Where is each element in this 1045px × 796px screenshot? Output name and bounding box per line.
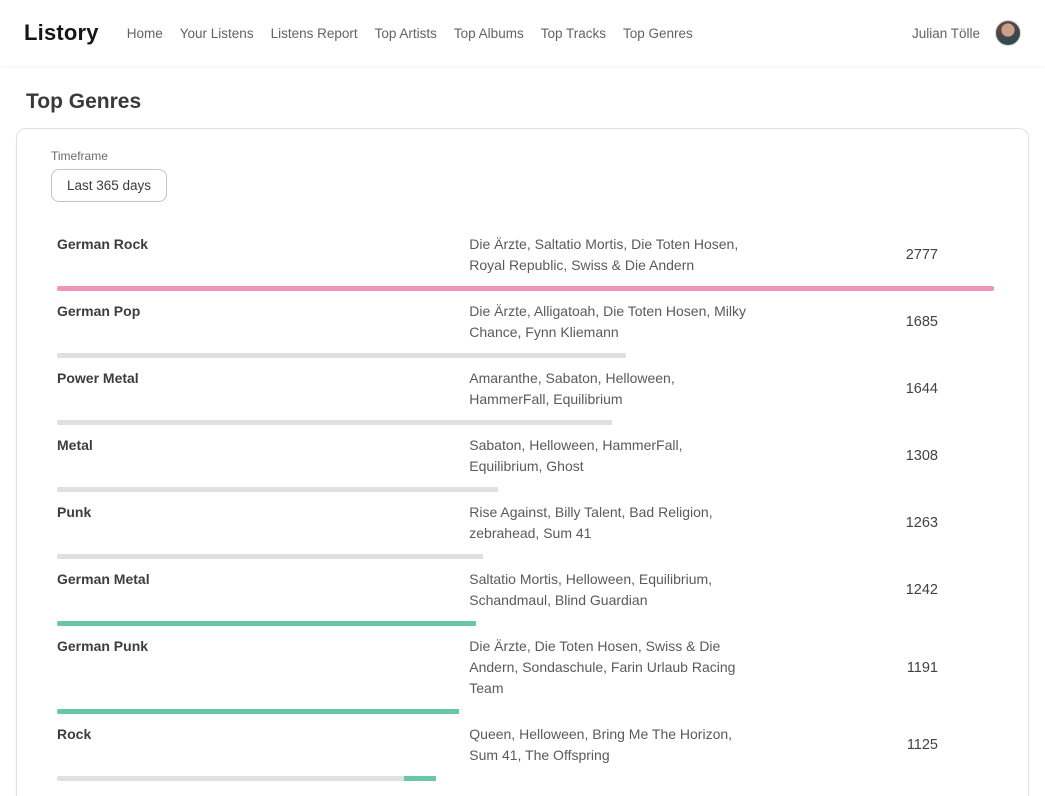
genre-bar-segment <box>57 709 459 714</box>
user-name: Julian Tölle <box>912 26 980 41</box>
genre-count: 1242 <box>906 582 994 598</box>
genre-row-content: Medieval RockSaltatio Mortis, Feuerschwa… <box>57 791 994 796</box>
genre-table: German RockDie Ärzte, Saltatio Mortis, D… <box>37 224 1008 796</box>
genre-row: German RockDie Ärzte, Saltatio Mortis, D… <box>37 224 1008 291</box>
genre-artists: Queen, Helloween, Bring Me The Horizon, … <box>469 724 764 766</box>
genre-row: Medieval RockSaltatio Mortis, Feuerschwa… <box>37 781 1008 796</box>
genre-bar-segment <box>57 353 626 358</box>
genre-bar-segment <box>57 286 994 291</box>
genre-row-content: German RockDie Ärzte, Saltatio Mortis, D… <box>57 234 994 276</box>
page-title: Top Genres <box>26 90 1019 114</box>
genre-name: German Punk <box>57 636 469 654</box>
genre-row-content: German PopDie Ärzte, Alligatoah, Die Tot… <box>57 301 994 343</box>
genre-count: 1644 <box>906 381 994 397</box>
top-nav: Listory Home Your Listens Listens Report… <box>0 0 1045 66</box>
genre-artists: Die Ärzte, Alligatoah, Die Toten Hosen, … <box>469 301 764 343</box>
genre-row-content: RockQueen, Helloween, Bring Me The Horiz… <box>57 724 994 766</box>
app-logo[interactable]: Listory <box>24 20 99 46</box>
genre-count: 1308 <box>906 448 994 464</box>
genre-row: Power MetalAmaranthe, Sabaton, Helloween… <box>37 358 1008 425</box>
nav-item-top-genres[interactable]: Top Genres <box>623 26 693 41</box>
genre-row: RockQueen, Helloween, Bring Me The Horiz… <box>37 714 1008 781</box>
timeframe-control: Timeframe Last 365 days <box>37 149 1008 202</box>
genre-row-content: PunkRise Against, Billy Talent, Bad Reli… <box>57 502 994 544</box>
genre-count: 1685 <box>906 314 994 330</box>
genre-count: 1125 <box>907 737 994 753</box>
genre-bar-segment <box>57 776 404 781</box>
genre-bar-segment <box>404 776 437 781</box>
nav-item-top-artists[interactable]: Top Artists <box>375 26 437 41</box>
nav-item-top-tracks[interactable]: Top Tracks <box>541 26 606 41</box>
genre-bar-segment <box>57 554 483 559</box>
top-genres-card: Timeframe Last 365 days German RockDie Ä… <box>16 128 1029 796</box>
genre-name: Metal <box>57 435 469 453</box>
genre-row: PunkRise Against, Billy Talent, Bad Reli… <box>37 492 1008 559</box>
genre-name: German Rock <box>57 234 469 252</box>
genre-bar-segment <box>57 621 476 626</box>
genre-row-content: MetalSabaton, Helloween, HammerFall, Equ… <box>57 435 994 477</box>
user-menu[interactable]: Julian Tölle <box>912 20 1021 46</box>
genre-name: Rock <box>57 724 469 742</box>
genre-artists: Die Ärzte, Die Toten Hosen, Swiss & Die … <box>469 636 764 699</box>
genre-name: German Pop <box>57 301 469 319</box>
genre-row-content: German MetalSaltatio Mortis, Helloween, … <box>57 569 994 611</box>
genre-artists: Rise Against, Billy Talent, Bad Religion… <box>469 502 764 544</box>
genre-row: German PopDie Ärzte, Alligatoah, Die Tot… <box>37 291 1008 358</box>
genre-bar-segment <box>57 487 498 492</box>
nav-item-your-listens[interactable]: Your Listens <box>180 26 254 41</box>
genre-artists: Die Ärzte, Saltatio Mortis, Die Toten Ho… <box>469 234 764 276</box>
genre-row-content: German PunkDie Ärzte, Die Toten Hosen, S… <box>57 636 994 699</box>
genre-name: Power Metal <box>57 368 469 386</box>
timeframe-select[interactable]: Last 365 days <box>51 169 167 202</box>
genre-artists: Saltatio Mortis, Helloween, Equilibrium,… <box>469 569 764 611</box>
genre-name: Medieval Rock <box>57 791 469 796</box>
genre-bar <box>57 286 994 291</box>
genre-row: German MetalSaltatio Mortis, Helloween, … <box>37 559 1008 626</box>
genre-count: 2777 <box>906 247 994 263</box>
genre-name: German Metal <box>57 569 469 587</box>
genre-row: German PunkDie Ärzte, Die Toten Hosen, S… <box>37 626 1008 714</box>
nav-item-home[interactable]: Home <box>127 26 163 41</box>
genre-artists: Sabaton, Helloween, HammerFall, Equilibr… <box>469 435 764 477</box>
timeframe-label: Timeframe <box>51 149 1008 163</box>
genre-row-content: Power MetalAmaranthe, Sabaton, Helloween… <box>57 368 994 410</box>
nav-item-listens-report[interactable]: Listens Report <box>271 26 358 41</box>
genre-artists: Amaranthe, Sabaton, Helloween, HammerFal… <box>469 368 764 410</box>
page-content: Top Genres Timeframe Last 365 days Germa… <box>0 90 1045 796</box>
nav-item-top-albums[interactable]: Top Albums <box>454 26 524 41</box>
genre-row: MetalSabaton, Helloween, HammerFall, Equ… <box>37 425 1008 492</box>
genre-name: Punk <box>57 502 469 520</box>
main-nav: Home Your Listens Listens Report Top Art… <box>127 26 693 41</box>
genre-count: 1263 <box>906 515 994 531</box>
genre-bar-segment <box>57 420 612 425</box>
user-avatar[interactable] <box>995 20 1021 46</box>
genre-artists: Saltatio Mortis, Feuerschwanz, Schandmau… <box>469 791 764 796</box>
genre-count: 1191 <box>907 660 994 676</box>
